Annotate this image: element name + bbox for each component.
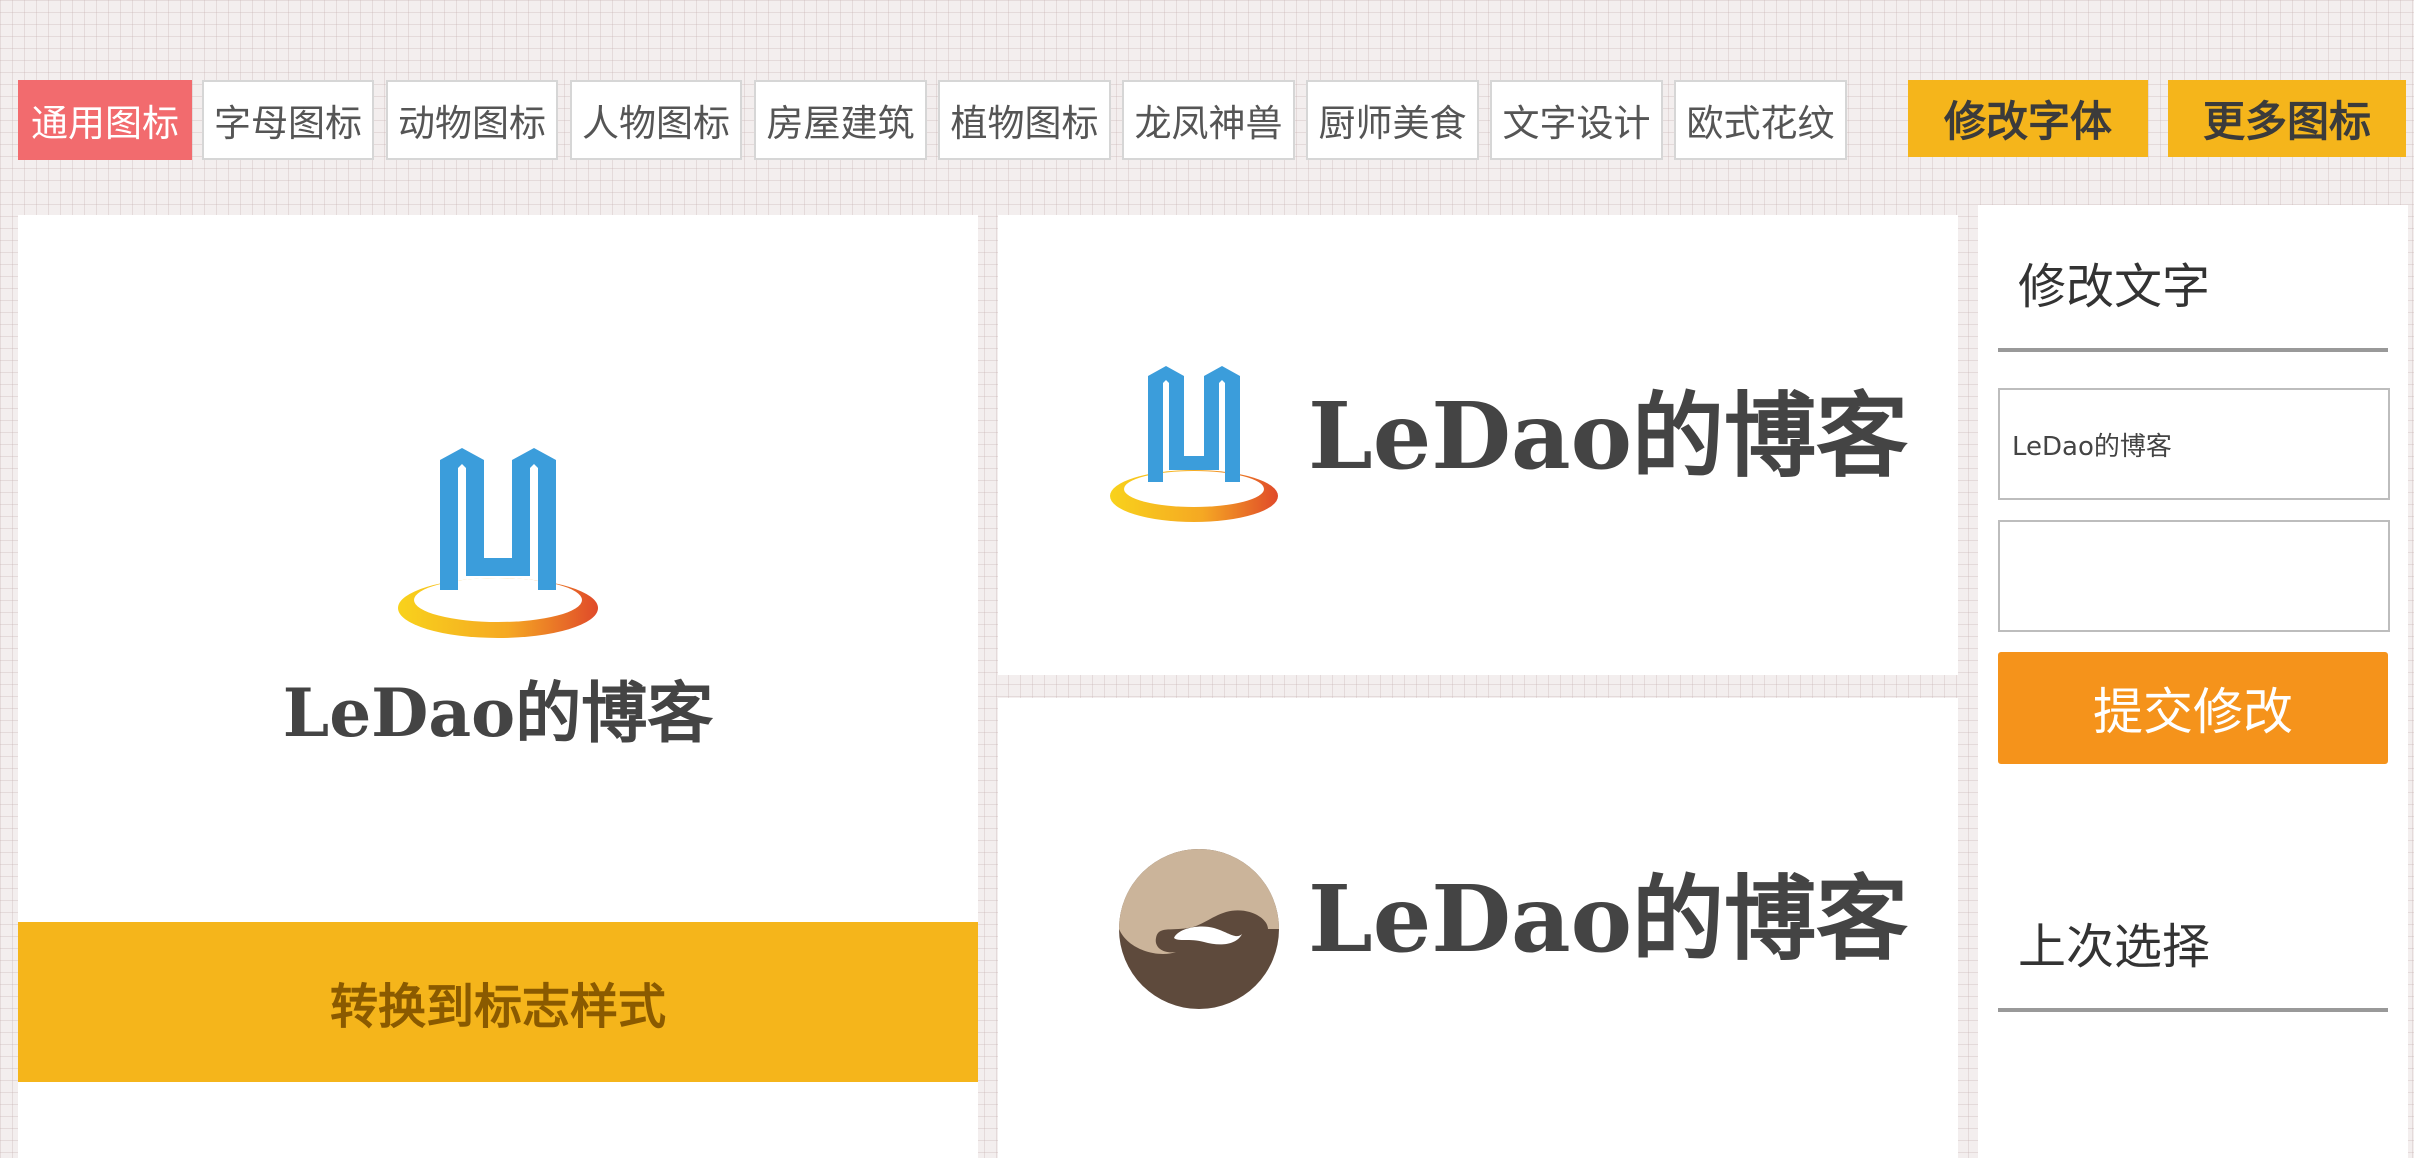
yin-yang-swirl-icon <box>1119 849 1279 1009</box>
building-ring-icon <box>1110 366 1278 522</box>
tab-plant-icons[interactable]: 植物图标 <box>938 80 1111 160</box>
tab-buildings[interactable]: 房屋建筑 <box>754 80 927 160</box>
building-ring-icon <box>398 448 598 638</box>
tab-animal-icons[interactable]: 动物图标 <box>386 80 558 160</box>
horizontal-logo-panel[interactable]: LeDao的博客 <box>998 698 1958 1158</box>
stacked-logo-text: LeDao的博客 <box>282 674 714 752</box>
submit-changes-button[interactable]: 提交修改 <box>1998 652 2388 764</box>
logo-text-input[interactable] <box>1998 388 2390 500</box>
tab-people-icons[interactable]: 人物图标 <box>570 80 742 160</box>
modify-text-heading: 修改文字 <box>1998 215 2388 352</box>
tab-dragon-phoenix[interactable]: 龙凤神兽 <box>1122 80 1295 160</box>
horizontal-logo-text: LeDao的博客 <box>1308 382 1908 490</box>
tab-european-patterns[interactable]: 欧式花纹 <box>1674 80 1847 160</box>
tab-chef-food[interactable]: 厨师美食 <box>1306 80 1479 160</box>
tab-general-icons[interactable]: 通用图标 <box>18 80 192 160</box>
horizontal-logo-panel[interactable]: LeDao的博客 <box>998 215 1958 675</box>
edit-sidebar: 修改文字 提交修改 上次选择 <box>1978 205 2408 1158</box>
convert-to-logo-button[interactable]: 转换到标志样式 <box>18 922 978 1082</box>
more-icons-button[interactable]: 更多图标 <box>2168 80 2406 157</box>
modify-font-button[interactable]: 修改字体 <box>1908 80 2148 157</box>
last-choice-heading: 上次选择 <box>1998 875 2388 1012</box>
tab-letter-icons[interactable]: 字母图标 <box>202 80 374 160</box>
stacked-logo-panel[interactable]: LeDao的博客 转换到标志样式 <box>18 215 978 1158</box>
secondary-text-input[interactable] <box>1998 520 2390 632</box>
horizontal-logo-text: LeDao的博客 <box>1308 865 1908 973</box>
tab-text-design[interactable]: 文字设计 <box>1490 80 1663 160</box>
